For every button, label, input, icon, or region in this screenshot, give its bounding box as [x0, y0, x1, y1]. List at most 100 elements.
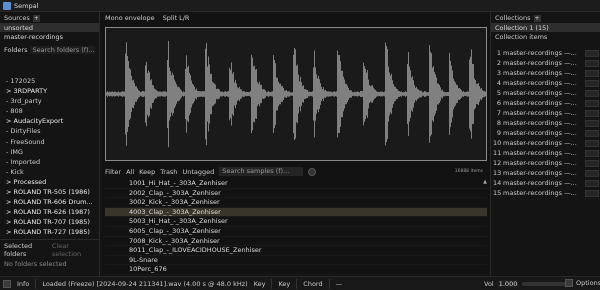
folder-item[interactable]: - IMG — [0, 147, 100, 157]
sample-row[interactable]: 4003_Clap_-_303A_Zenhiser — [105, 207, 487, 218]
collection-entry-label: master-recordings —... — [503, 169, 577, 177]
sample-row[interactable]: 7008_Kick_-_303A_Zenhiser — [105, 237, 487, 247]
collection-entry-tag[interactable] — [585, 120, 599, 127]
collection-entry-tag[interactable] — [585, 50, 599, 57]
folder-item[interactable]: > Processed — [0, 177, 100, 187]
random-sample-icon[interactable] — [308, 167, 317, 176]
collection-entry-tag[interactable] — [585, 60, 599, 67]
collection-entry[interactable]: 13 master-recordings —... — [491, 168, 600, 178]
folder-item[interactable]: - DirtyFiles — [0, 126, 100, 136]
folder-item[interactable]: > ROLAND TR-727 (1985) — [0, 227, 100, 236]
collection-entry[interactable]: 8 master-recordings —... — [491, 118, 600, 128]
add-collection-button[interactable]: + — [533, 15, 541, 22]
collection-item[interactable]: Collection 1 (15) — [491, 23, 600, 32]
collection-entry-tag[interactable] — [585, 90, 599, 97]
collection-entry-tag[interactable] — [585, 110, 599, 117]
status-toggle-checkbox[interactable] — [3, 279, 11, 288]
collection-items-label: Collection items — [495, 33, 548, 41]
collection-entry[interactable]: 11 master-recordings —... — [491, 148, 600, 158]
title-bar: Sempal — [0, 0, 600, 12]
source-item-unsorted[interactable]: unsorted — [0, 23, 99, 32]
folders-bar: Folders Search folders (f)... — [0, 44, 99, 55]
folder-item[interactable]: - 3rd_party — [0, 96, 100, 106]
left-panel: Sources + unsorted master-recordings Fold… — [0, 12, 100, 276]
selected-folders-panel: Selected folders Clear selection No fold… — [0, 239, 100, 268]
filter-tab-all[interactable]: All — [126, 168, 134, 176]
folder-item[interactable]: > AudacityExport — [0, 116, 100, 126]
collection-entry[interactable]: 2 master-recordings —... — [491, 58, 600, 68]
folder-search-input[interactable]: Search folders (f)... — [30, 46, 95, 54]
scroll-up-icon[interactable]: ▲ — [483, 179, 487, 185]
folder-item[interactable]: - 808 — [0, 106, 100, 116]
collection-entry-index: 9 — [496, 129, 501, 137]
collection-entry[interactable]: 6 master-recordings —... — [491, 98, 600, 108]
collection-entry-index: 13 — [493, 169, 502, 177]
sample-row[interactable]: 1001_Hi_Hat_-_303A_Zenhiser — [105, 179, 487, 189]
clear-selection-button[interactable]: Clear selection — [52, 242, 96, 258]
volume-slider[interactable] — [521, 280, 572, 287]
folder-item[interactable]: > ROLAND TR-626 (1987) — [0, 207, 100, 217]
sample-row[interactable]: 8011_Clap_-_ILOVEACIDHOUSE_Zenhiser — [105, 246, 487, 256]
collection-entry[interactable]: 4 master-recordings —... — [491, 78, 600, 88]
volume-control: Vol 1.000 — [484, 280, 572, 288]
sample-search-input[interactable]: Search samples (f)... — [219, 167, 304, 176]
collection-entry-tag[interactable] — [585, 80, 599, 87]
collection-entry[interactable]: 3 master-recordings —... — [491, 68, 600, 78]
folder-item[interactable]: - Kick — [0, 167, 100, 177]
sample-row[interactable]: 9L-Snare — [105, 256, 487, 266]
collection-entry[interactable]: 7 master-recordings —... — [491, 108, 600, 118]
add-source-button[interactable]: + — [32, 15, 40, 22]
center-panel: Mono envelope Split L/R Filter All Keep … — [103, 12, 487, 277]
divider — [35, 278, 37, 289]
folder-item[interactable]: > ROLAND TR-707 (1985) — [0, 217, 100, 227]
collection-entry-index: 1 — [496, 49, 501, 57]
sample-scrollbar[interactable]: ▲ — [483, 179, 487, 277]
collection-entry-tag[interactable] — [585, 160, 599, 167]
collection-entry-tag[interactable] — [585, 180, 599, 187]
collection-entry[interactable]: 5 master-recordings —... — [491, 88, 600, 98]
divider — [296, 278, 298, 289]
collection-entry-tag[interactable] — [585, 130, 599, 137]
volume-input[interactable]: 1.000 — [496, 280, 519, 288]
collection-entry[interactable]: 1 master-recordings —... — [491, 48, 600, 58]
filter-bar: Filter All Keep Trash Untagged Search sa… — [103, 166, 487, 177]
source-item-master-recordings[interactable]: master-recordings — [0, 32, 99, 41]
collection-entry-tag[interactable] — [585, 190, 599, 197]
collection-entry[interactable]: 12 master-recordings —... — [491, 158, 600, 168]
folder-item[interactable]: - FreeSound — [0, 137, 100, 147]
options-label[interactable]: Options — [576, 279, 600, 287]
filter-tab-trash[interactable]: Trash — [160, 168, 177, 176]
folder-item[interactable]: > ROLAND TR-505 (1986) — [0, 187, 100, 197]
sample-row[interactable]: 5003_Hi_Hat_-_303A_Zenhiser — [105, 217, 487, 227]
sample-row[interactable]: 6005_Clap_-_303A_Zenhiser — [105, 227, 487, 237]
loaded-status-text: Loaded (Freeze) [2024-09-24 211341].wav … — [42, 279, 248, 288]
filter-tab-untagged[interactable]: Untagged — [182, 168, 214, 176]
filter-tab-keep[interactable]: Keep — [139, 168, 155, 176]
collection-entry-tag[interactable] — [585, 170, 599, 177]
collection-entry[interactable]: 10 master-recordings —... — [491, 138, 600, 148]
collection-entry-label: master-recordings —... — [503, 119, 577, 127]
collection-entry-tag[interactable] — [585, 100, 599, 107]
folders-label: Folders — [4, 46, 28, 54]
collection-entry-label: master-recordings —... — [503, 149, 577, 157]
collection-entry-label: master-recordings —... — [503, 69, 577, 77]
tab-mono-envelope[interactable]: Mono envelope — [105, 14, 155, 22]
collection-entry-tag[interactable] — [585, 140, 599, 147]
collection-entry-index: 3 — [496, 69, 501, 77]
collection-entry[interactable]: 15 master-recordings —... — [491, 188, 600, 198]
collection-entry-tag[interactable] — [585, 70, 599, 77]
collection-entry[interactable]: 9 master-recordings —... — [491, 128, 600, 138]
sample-row[interactable]: 3002_Kick_-_303A_Zenhiser — [105, 198, 487, 208]
sample-row[interactable]: 2002_Clap_-_303A_Zenhiser — [105, 189, 487, 199]
folder-item[interactable]: > ROLAND TR-606 Drum... — [0, 197, 100, 207]
options-checkbox[interactable] — [565, 279, 573, 287]
tab-split-lr[interactable]: Split L/R — [163, 14, 190, 22]
collection-entry-tag[interactable] — [585, 150, 599, 157]
folder-item[interactable]: - 172025 — [0, 76, 100, 86]
collection-entry[interactable]: 14 master-recordings —... — [491, 178, 600, 188]
folder-item[interactable]: - Imported — [0, 157, 100, 167]
sample-row[interactable]: 10Perc_676 — [105, 265, 487, 275]
folder-item[interactable]: > 3RDPARTY — [0, 86, 100, 96]
waveform-tabs: Mono envelope Split L/R — [103, 12, 487, 23]
waveform-view[interactable] — [105, 27, 487, 161]
